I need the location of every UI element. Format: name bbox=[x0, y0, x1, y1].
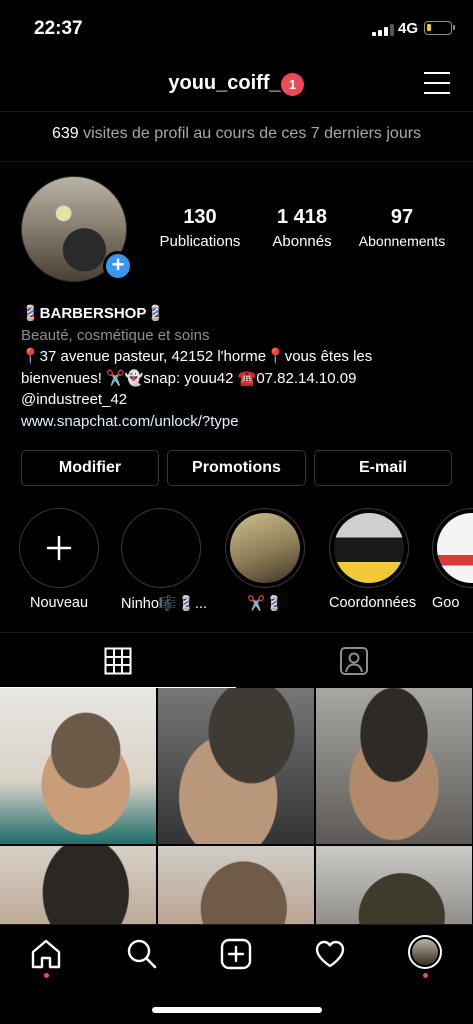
visits-text: visites de profil au cours de ces 7 dern… bbox=[83, 125, 422, 142]
plus-icon bbox=[46, 535, 72, 561]
add-story-plus-icon[interactable]: + bbox=[103, 251, 133, 281]
post-thumbnail[interactable] bbox=[316, 688, 472, 844]
signal-icon bbox=[372, 24, 394, 36]
highlight-item[interactable]: Coordonnées bbox=[329, 508, 416, 611]
stat-following[interactable]: 97 Abonnements bbox=[354, 206, 450, 249]
status-bar: 22:37 4G bbox=[0, 0, 473, 56]
home-indicator bbox=[152, 1007, 322, 1013]
email-button[interactable]: E-mail bbox=[314, 450, 452, 486]
menu-icon[interactable] bbox=[424, 72, 450, 94]
stat-posts[interactable]: 130 Publications bbox=[154, 206, 246, 250]
add-post-icon[interactable] bbox=[219, 937, 253, 971]
post-thumbnail[interactable] bbox=[158, 846, 314, 924]
search-icon[interactable] bbox=[125, 937, 159, 971]
promotions-button[interactable]: Promotions bbox=[167, 450, 306, 486]
post-thumbnail[interactable] bbox=[158, 688, 314, 844]
status-time: 22:37 bbox=[34, 18, 83, 39]
notification-badge[interactable]: 1 bbox=[281, 73, 304, 96]
home-activity-dot bbox=[44, 973, 49, 978]
bio-link[interactable]: www.snapchat.com/unlock/?type bbox=[21, 411, 461, 433]
bio-mention[interactable]: @industreet_42 bbox=[21, 389, 461, 411]
profile-activity-dot bbox=[423, 973, 428, 978]
highlight-new[interactable]: Nouveau bbox=[19, 508, 99, 611]
grid-icon[interactable] bbox=[104, 647, 132, 675]
edit-profile-button[interactable]: Modifier bbox=[21, 450, 159, 486]
post-thumbnail[interactable] bbox=[0, 846, 156, 924]
posts-grid bbox=[0, 688, 473, 924]
bio-line: 📍37 avenue pasteur, 42152 l'horme📍vous ê… bbox=[21, 348, 373, 365]
tagged-icon[interactable] bbox=[339, 646, 369, 676]
profile-tabs bbox=[0, 632, 473, 688]
username-title[interactable]: youu_coiff_ bbox=[0, 72, 473, 95]
heart-icon[interactable] bbox=[313, 937, 347, 971]
network-label: 4G bbox=[398, 20, 419, 37]
battery-icon bbox=[424, 21, 455, 35]
business-name: 💈BARBERSHOP💈 bbox=[21, 305, 166, 322]
business-category: Beauté, cosmétique et soins bbox=[21, 326, 210, 344]
post-thumbnail[interactable] bbox=[316, 846, 472, 924]
profile-visits-banner[interactable]: 639 visites de profil au cours de ces 7 … bbox=[0, 112, 473, 162]
visits-count: 639 bbox=[51, 125, 79, 142]
profile-header: youu_coiff_ 1 bbox=[0, 56, 473, 112]
profile-bio: 💈BARBERSHOP💈 Beauté, cosmétique et soins… bbox=[21, 303, 461, 432]
highlight-item[interactable]: ✂️💈 bbox=[225, 508, 305, 612]
post-thumbnail[interactable] bbox=[0, 688, 156, 844]
highlight-item[interactable]: Ninho🎼💈... bbox=[121, 508, 207, 612]
profile-avatar[interactable] bbox=[408, 935, 442, 969]
bio-line: bienvenues! ✂️👻snap: youu42 ☎️07.82.14.1… bbox=[21, 369, 357, 387]
stat-followers[interactable]: 1 418 Abonnés bbox=[263, 206, 341, 250]
home-icon[interactable] bbox=[29, 937, 63, 971]
highlight-item[interactable]: Goo bbox=[432, 508, 473, 611]
